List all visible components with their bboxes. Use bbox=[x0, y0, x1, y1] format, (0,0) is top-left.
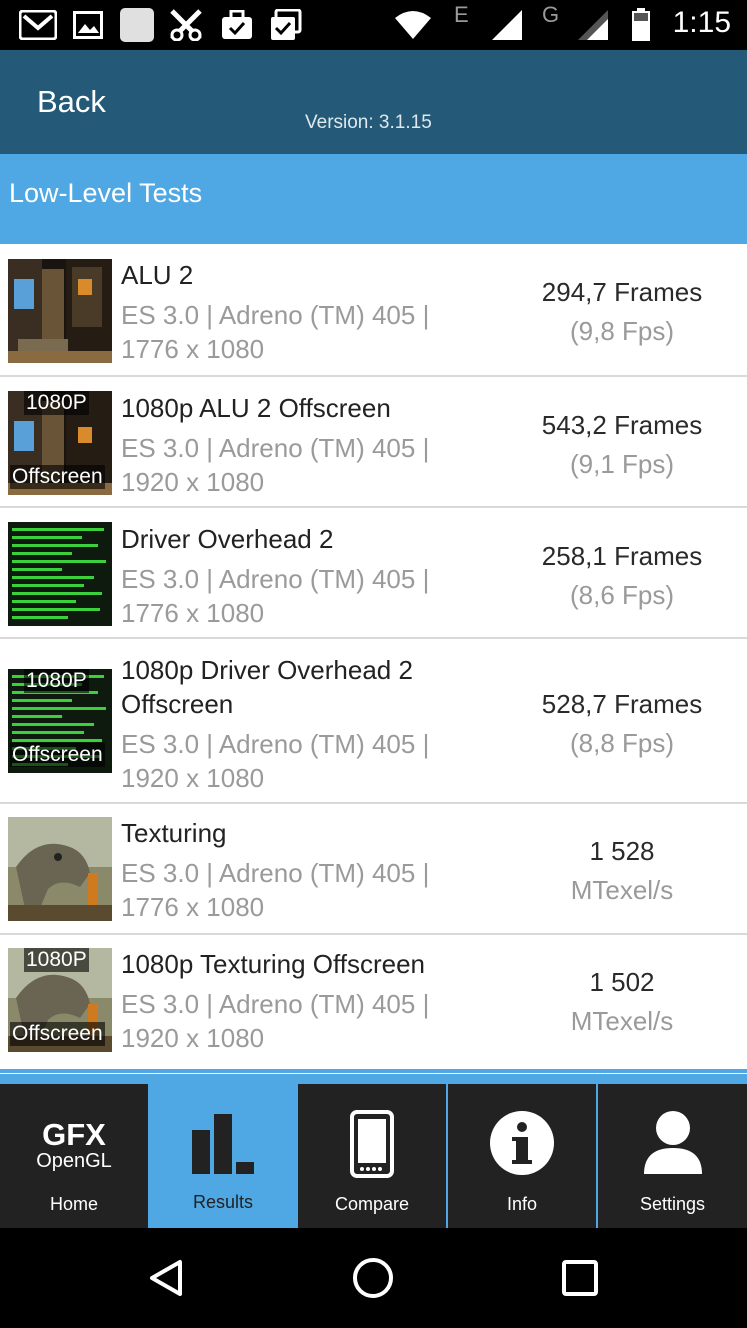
test-detail-api: ES 3.0 | Adreno (TM) 405 | bbox=[121, 433, 430, 463]
app-header: Back Version: 3.1.15 bbox=[0, 50, 747, 154]
list-item[interactable]: Driver Overhead 2 ES 3.0 | Adreno (TM) 4… bbox=[0, 508, 747, 639]
tab-label: Info bbox=[506, 1194, 538, 1214]
battery-icon bbox=[630, 8, 652, 42]
test-score: 543,2 Frames bbox=[541, 410, 703, 440]
section-header: Low-Level Tests bbox=[0, 154, 747, 244]
gfx-logo-icon: GFX OpenGL bbox=[0, 1117, 148, 1172]
signal-icon bbox=[576, 8, 610, 42]
test-detail-resolution: 1920 x 1080 bbox=[121, 467, 265, 497]
tab-label: Results bbox=[192, 1192, 254, 1212]
test-name: ALU 2 bbox=[121, 260, 194, 290]
list-item[interactable]: 1080P Offscreen 1080p ALU 2 Offscreen ES… bbox=[0, 377, 747, 508]
test-score: 258,1 Frames bbox=[541, 541, 703, 571]
status-bar: E G 1:15 bbox=[0, 0, 747, 50]
test-throughput-unit: MTexel/s bbox=[570, 1006, 674, 1036]
signal-icon bbox=[490, 8, 524, 42]
test-name: 1080p ALU 2 Offscreen bbox=[121, 393, 391, 423]
tools-icon bbox=[168, 8, 204, 42]
section-title: Low-Level Tests bbox=[9, 178, 203, 208]
user-icon bbox=[598, 1110, 747, 1176]
app-icon bbox=[119, 8, 155, 42]
test-score: 528,7 Frames bbox=[541, 689, 703, 719]
test-score: 294,7 Frames bbox=[541, 277, 703, 307]
test-score: 1 502 bbox=[589, 967, 655, 997]
test-fps: (8,6 Fps) bbox=[569, 580, 675, 610]
briefcase-check-icon bbox=[220, 8, 254, 42]
clipboard-check-icon bbox=[269, 8, 303, 42]
test-fps: (9,1 Fps) bbox=[569, 449, 675, 479]
gfx-logo-text: GFX bbox=[42, 1117, 106, 1152]
phone-icon bbox=[298, 1110, 446, 1178]
tab-settings[interactable]: Settings bbox=[598, 1084, 747, 1228]
test-name: Texturing bbox=[121, 818, 227, 848]
opengl-logo-text: OpenGL bbox=[36, 1150, 112, 1172]
tab-compare[interactable]: Compare bbox=[298, 1084, 446, 1228]
list-item[interactable]: 1080P Offscreen 1080p Texturing Offscree… bbox=[0, 935, 747, 1073]
offscreen-badge: Offscreen bbox=[10, 1022, 105, 1046]
texturing-offscreen-thumbnail: 1080P Offscreen bbox=[8, 948, 112, 1052]
tab-info[interactable]: Info bbox=[448, 1084, 596, 1228]
test-detail-resolution: 1920 x 1080 bbox=[121, 1023, 265, 1053]
resolution-badge: 1080P bbox=[24, 669, 89, 693]
test-name-continued: Offscreen bbox=[121, 689, 234, 719]
test-detail-resolution: 1776 x 1080 bbox=[121, 598, 265, 628]
test-fps: (9,8 Fps) bbox=[569, 316, 675, 346]
offscreen-badge: Offscreen bbox=[10, 743, 105, 767]
results-list: ALU 2 ES 3.0 | Adreno (TM) 405 | 1776 x … bbox=[0, 244, 747, 1073]
wifi-icon bbox=[393, 8, 433, 42]
test-name: 1080p Texturing Offscreen bbox=[121, 949, 426, 979]
test-score: 1 528 bbox=[589, 836, 655, 866]
test-detail-api: ES 3.0 | Adreno (TM) 405 | bbox=[121, 989, 430, 1019]
nav-recents-icon[interactable] bbox=[556, 1254, 604, 1302]
test-detail-resolution: 1776 x 1080 bbox=[121, 892, 265, 922]
clock: 1:15 bbox=[672, 6, 731, 39]
list-item[interactable]: Texturing ES 3.0 | Adreno (TM) 405 | 177… bbox=[0, 804, 747, 935]
info-icon bbox=[448, 1110, 596, 1176]
test-detail-api: ES 3.0 | Adreno (TM) 405 | bbox=[121, 300, 430, 330]
test-fps: (8,8 Fps) bbox=[569, 728, 675, 758]
test-detail-api: ES 3.0 | Adreno (TM) 405 | bbox=[121, 729, 430, 759]
test-name: Driver Overhead 2 bbox=[121, 524, 334, 554]
back-button[interactable]: Back bbox=[37, 84, 106, 120]
nav-back-icon[interactable] bbox=[142, 1254, 190, 1302]
alu-offscreen-thumbnail: 1080P Offscreen bbox=[8, 391, 112, 495]
bottom-tab-bar: GFX OpenGL Home Results Compare Info Set… bbox=[0, 1074, 747, 1228]
test-detail-resolution: 1776 x 1080 bbox=[121, 334, 265, 364]
bar-chart-icon bbox=[150, 1110, 296, 1176]
resolution-badge: 1080P bbox=[24, 948, 89, 972]
tab-label: Settings bbox=[639, 1194, 706, 1214]
driver-overhead-thumbnail bbox=[8, 522, 112, 626]
test-detail-resolution: 1920 x 1080 bbox=[121, 763, 265, 793]
test-name: 1080p Driver Overhead 2 bbox=[121, 655, 413, 685]
tab-home[interactable]: GFX OpenGL Home bbox=[0, 1084, 148, 1228]
tab-results[interactable]: Results bbox=[150, 1084, 296, 1228]
image-icon bbox=[72, 8, 104, 42]
offscreen-badge: Offscreen bbox=[10, 465, 105, 489]
alu-thumbnail bbox=[8, 259, 112, 363]
nav-home-icon[interactable] bbox=[349, 1254, 397, 1302]
network-type-label: G bbox=[542, 2, 560, 27]
gmail-icon bbox=[18, 8, 58, 42]
test-detail-api: ES 3.0 | Adreno (TM) 405 | bbox=[121, 858, 430, 888]
driver-overhead-offscreen-thumbnail: 1080P Offscreen bbox=[8, 669, 112, 773]
resolution-badge: 1080P bbox=[24, 391, 89, 415]
network-type-label: E bbox=[454, 2, 469, 27]
list-item[interactable]: 1080P Offscreen 1080p Driver Overhead 2 … bbox=[0, 639, 747, 804]
tab-label: Compare bbox=[334, 1194, 410, 1214]
version-label: Version: 3.1.15 bbox=[305, 112, 432, 133]
list-item[interactable]: ALU 2 ES 3.0 | Adreno (TM) 405 | 1776 x … bbox=[0, 244, 747, 377]
tab-label: Home bbox=[49, 1194, 98, 1214]
test-detail-api: ES 3.0 | Adreno (TM) 405 | bbox=[121, 564, 430, 594]
test-throughput-unit: MTexel/s bbox=[570, 875, 674, 905]
texturing-thumbnail bbox=[8, 817, 112, 921]
system-nav-bar bbox=[0, 1228, 747, 1328]
